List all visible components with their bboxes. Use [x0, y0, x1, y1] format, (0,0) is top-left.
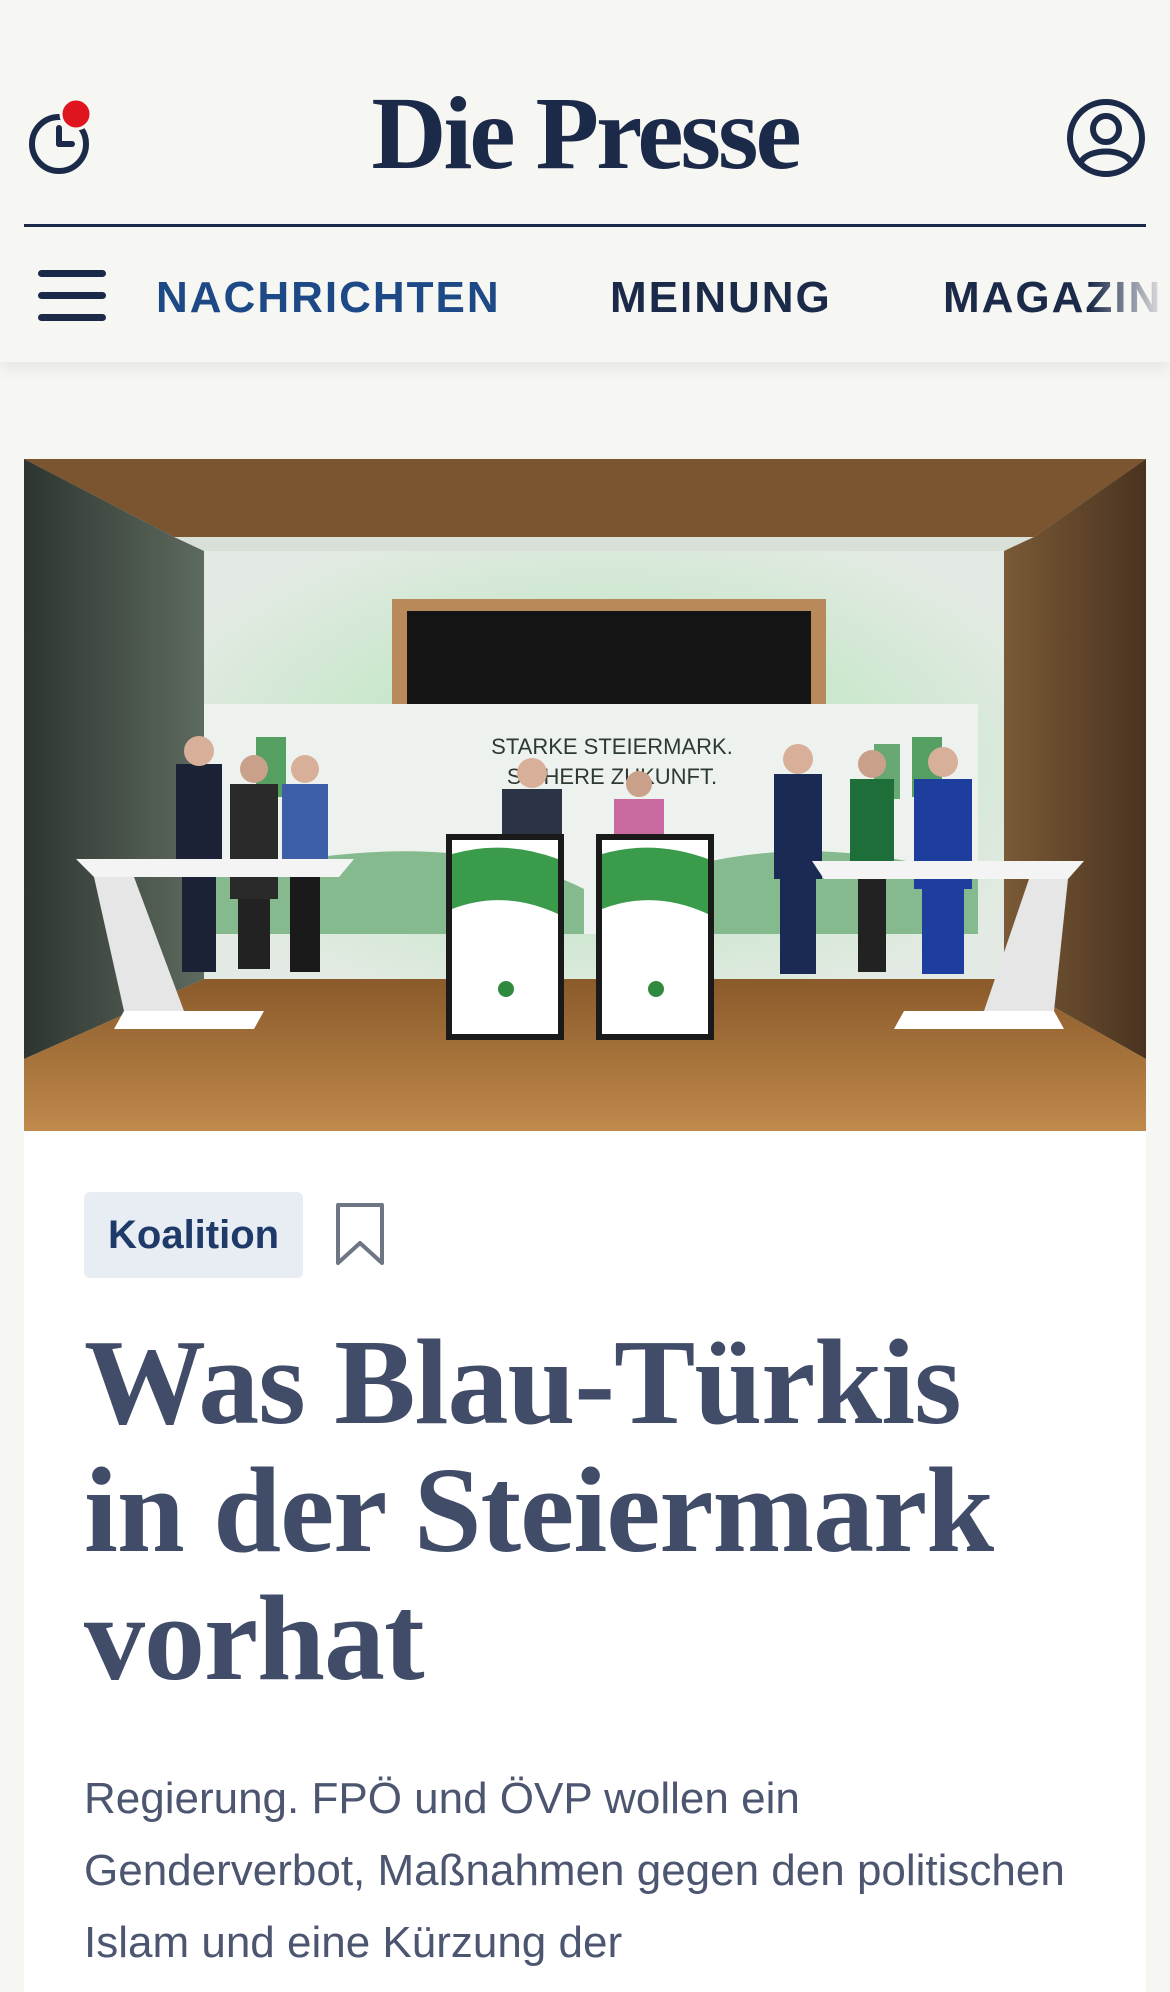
header-divider — [24, 224, 1146, 227]
site-logo[interactable]: Die Presse — [0, 82, 1170, 186]
article-teaser-card[interactable]: STARKE STEIERMARK. SICHERE ZUKUNFT. Koal… — [24, 459, 1146, 1992]
bookmark-button[interactable] — [334, 1201, 386, 1267]
category-tag[interactable]: Koalition — [84, 1192, 304, 1278]
press-conference-photo: STARKE STEIERMARK. SICHERE ZUKUNFT. — [24, 459, 1146, 1131]
site-header: Die Presse NACHRICHTEN MEINUNG MAGAZIN — [0, 0, 1170, 362]
nav-item-meinung[interactable]: MEINUNG — [610, 272, 832, 324]
nav-item-nachrichten[interactable]: NACHRICHTEN — [156, 272, 501, 324]
banner-line-1: STARKE STEIERMARK. — [491, 734, 733, 759]
article-hero-image[interactable]: STARKE STEIERMARK. SICHERE ZUKUNFT. — [24, 459, 1146, 1131]
user-account-icon — [1067, 99, 1145, 177]
nav-scroll-fade — [1090, 272, 1170, 324]
article-headline[interactable]: Was Blau-Türkis in der Steiermark vorhat — [84, 1319, 1084, 1703]
user-account-button[interactable] — [1064, 96, 1148, 180]
bookmark-icon — [336, 1203, 384, 1265]
article-lede: Regierung. FPÖ und ÖVP wollen ein Gender… — [84, 1774, 1065, 1967]
section-nav: NACHRICHTEN MEINUNG MAGAZIN — [0, 272, 1170, 324]
